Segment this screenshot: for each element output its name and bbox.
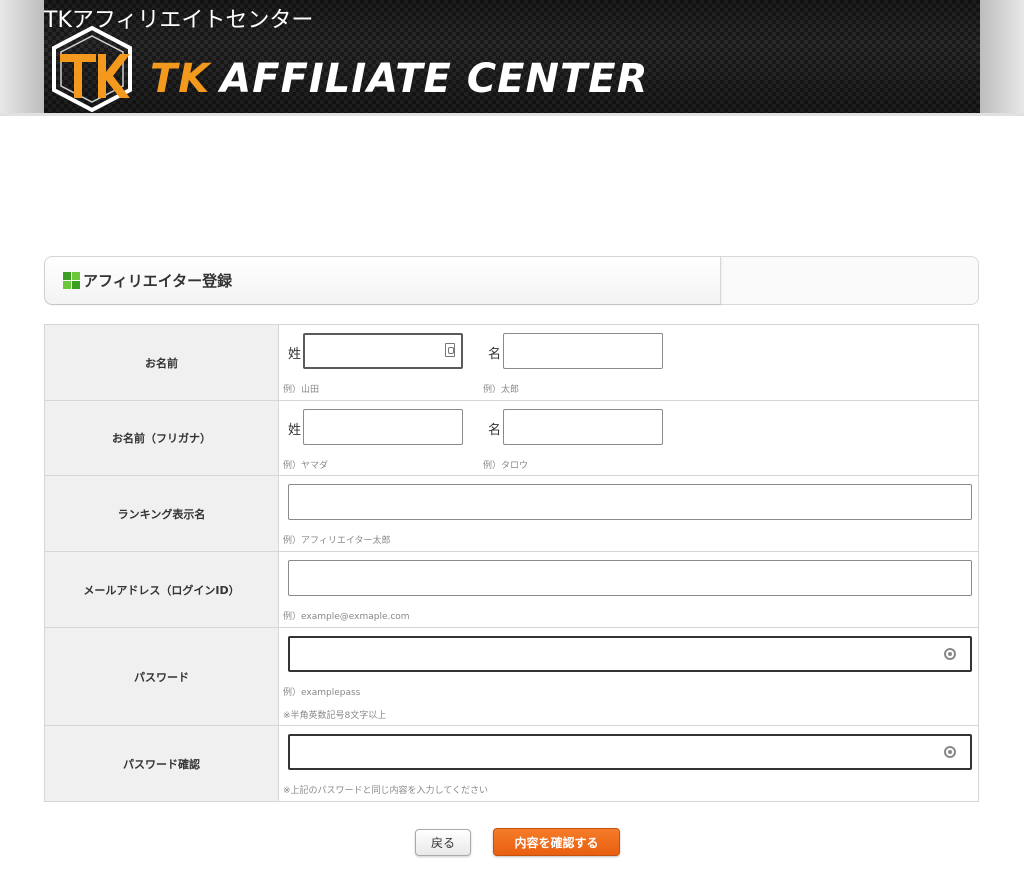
label-name-kana: お名前（フリガナ） <box>44 400 279 476</box>
section-title: アフィリエイター登録 <box>83 272 233 290</box>
registration-form: お名前 姓 例）山田 名 例）太郎 お名前（フリガナ） 姓 例）ヤマダ 名 例）… <box>44 324 979 802</box>
field-name: 姓 例）山田 名 例）太郎 <box>278 324 979 401</box>
label-password-confirm: パスワード確認 <box>44 725 279 802</box>
back-button[interactable]: 戻る <box>415 829 471 856</box>
password-confirm-note: ※上記のパスワードと同じ内容を入力してください <box>283 786 489 796</box>
last-name-hint: 例）山田 <box>283 385 320 395</box>
email-hint: 例）example@exmaple.com <box>283 612 410 622</box>
label-ranking-name: ランキング表示名 <box>44 475 279 552</box>
ranking-name-hint: 例）アフィリエイター太郎 <box>283 536 391 546</box>
label-email: メールアドレス（ログインID） <box>44 551 279 628</box>
tk-logo-icon[interactable] <box>46 24 138 112</box>
header-right-edge <box>980 0 1024 113</box>
password-note: ※半角英数記号8文字以上 <box>283 711 387 721</box>
header-divider <box>0 113 1024 116</box>
label-name: お名前 <box>44 324 279 401</box>
field-password: 例）examplepass ※半角英数記号8文字以上 <box>278 627 979 726</box>
password-confirm-input[interactable] <box>288 734 972 770</box>
row-name-kana: お名前（フリガナ） 姓 例）ヤマダ 名 例）タロウ <box>44 400 979 476</box>
reveal-password-confirm-icon[interactable] <box>944 746 956 758</box>
site-header: TKアフィリエイトセンター TK AFFILIATE CENTER <box>0 0 1024 113</box>
field-password-confirm: ※上記のパスワードと同じ内容を入力してください <box>278 725 979 802</box>
logo-wordmark[interactable]: TK AFFILIATE CENTER <box>150 56 648 102</box>
first-kana-hint: 例）タロウ <box>483 461 529 471</box>
first-kana-input[interactable] <box>503 409 663 445</box>
field-email: 例）example@exmaple.com <box>278 551 979 628</box>
logo-affiliate-center: AFFILIATE CENTER <box>220 56 649 102</box>
email-input[interactable] <box>288 560 972 596</box>
reveal-password-icon[interactable] <box>944 648 956 660</box>
field-name-kana: 姓 例）ヤマダ 名 例）タロウ <box>278 400 979 476</box>
row-password-confirm: パスワード確認 ※上記のパスワードと同じ内容を入力してください <box>44 725 979 802</box>
first-name-input[interactable] <box>503 333 663 369</box>
last-name-kanji: 姓 <box>288 347 302 362</box>
first-name-kanji: 名 <box>488 347 502 362</box>
row-email: メールアドレス（ログインID） 例）example@exmaple.com <box>44 551 979 628</box>
green-squares-icon <box>63 272 80 289</box>
last-kana-hint: 例）ヤマダ <box>283 461 329 471</box>
section-heading-tab: アフィリエイター登録 <box>45 257 721 304</box>
logo-tk: TK <box>150 56 211 102</box>
password-input[interactable] <box>288 636 972 672</box>
label-password: パスワード <box>44 627 279 726</box>
password-hint: 例）examplepass <box>283 688 361 698</box>
last-name-input[interactable] <box>303 333 463 369</box>
row-ranking-name: ランキング表示名 例）アフィリエイター太郎 <box>44 475 979 552</box>
last-kana-input[interactable] <box>303 409 463 445</box>
confirm-button[interactable]: 内容を確認する <box>493 828 620 856</box>
last-kana-kanji: 姓 <box>288 423 302 438</box>
section-heading-box: アフィリエイター登録 <box>44 256 979 305</box>
first-name-hint: 例）太郎 <box>483 385 520 395</box>
contact-card-icon[interactable] <box>445 343 455 357</box>
row-password: パスワード 例）examplepass ※半角英数記号8文字以上 <box>44 627 979 726</box>
first-kana-kanji: 名 <box>488 423 502 438</box>
ranking-name-input[interactable] <box>288 484 972 520</box>
field-ranking-name: 例）アフィリエイター太郎 <box>278 475 979 552</box>
row-name: お名前 姓 例）山田 名 例）太郎 <box>44 324 979 401</box>
header-left-edge <box>0 0 44 113</box>
